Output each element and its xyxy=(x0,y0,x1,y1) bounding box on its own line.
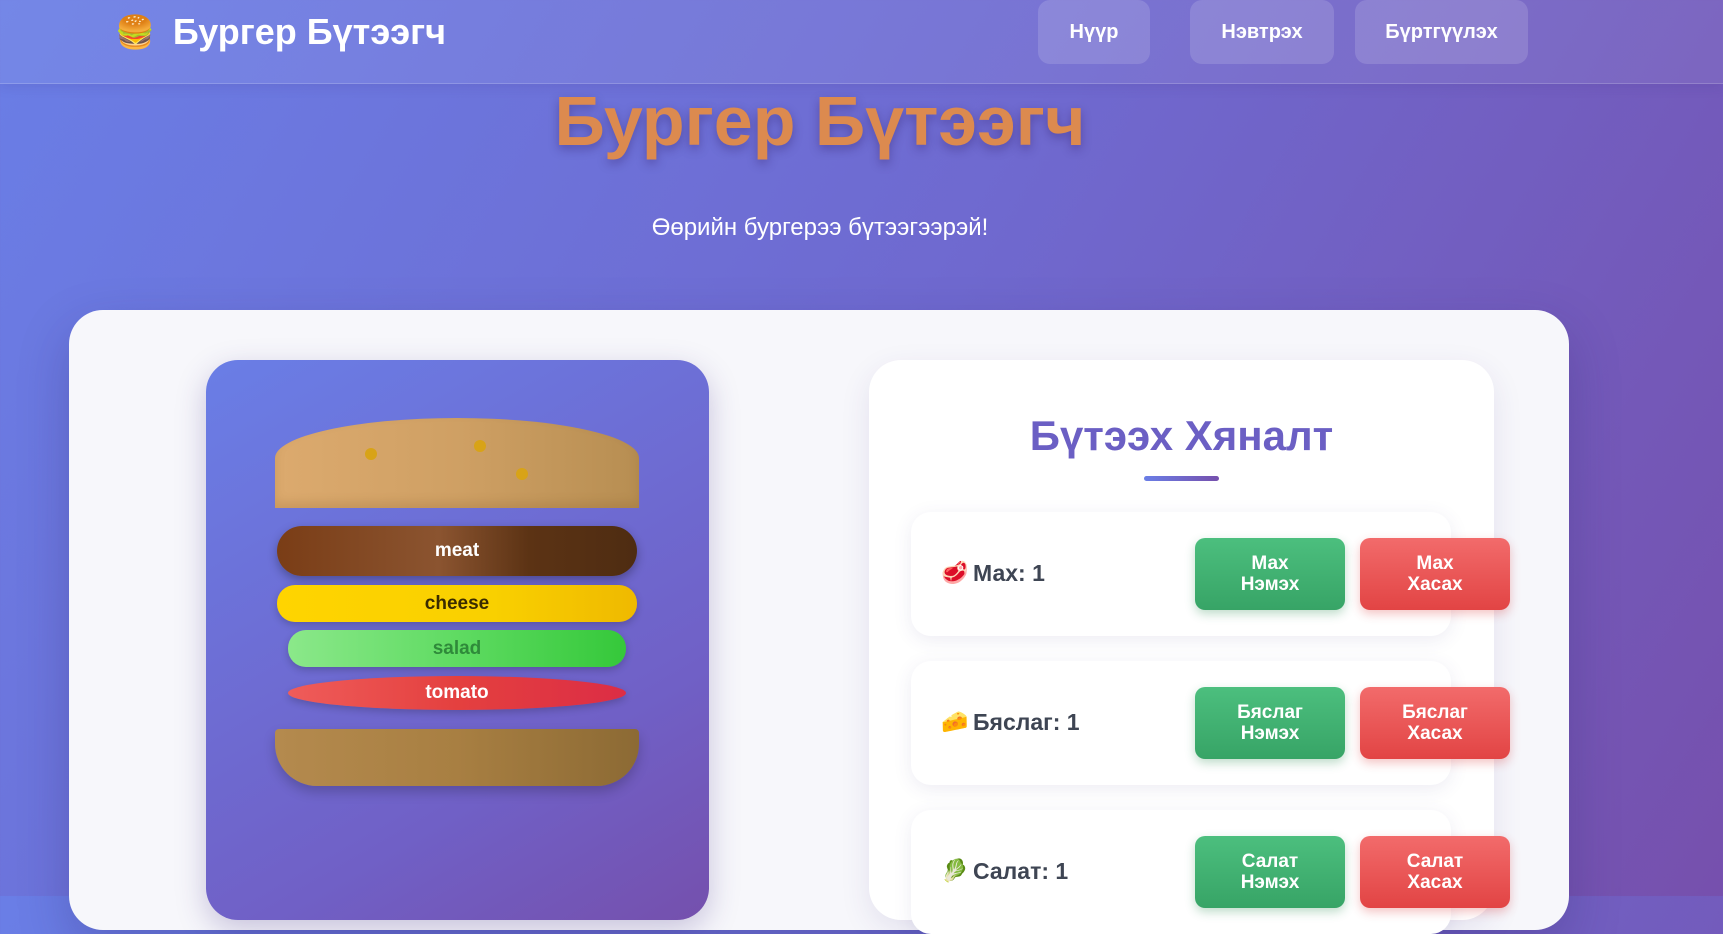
add-meat-button[interactable]: Мах Нэмэх xyxy=(1195,538,1345,610)
bun-top xyxy=(275,418,639,508)
remove-cheese-button[interactable]: Бяслаг Хасах xyxy=(1360,687,1510,759)
nav-home-button[interactable]: Нүүр xyxy=(1038,0,1150,64)
control-row-meat: 🥩 Мах: 1 Мах Нэмэх Мах Хасах xyxy=(911,512,1510,636)
nav-login-button[interactable]: Нэвтрэх xyxy=(1190,0,1334,64)
burger-preview: meat cheese salad tomato xyxy=(206,360,709,920)
nav-register-button[interactable]: Бүртгүүлэх xyxy=(1355,0,1528,64)
remove-salad-button[interactable]: Салат Хасах xyxy=(1360,836,1510,908)
layer-tomato: tomato xyxy=(288,676,626,710)
sesame-seed xyxy=(365,448,377,460)
meat-count-label: Мах: 1 xyxy=(973,560,1045,586)
layer-cheese: cheese xyxy=(277,585,637,622)
controls-panel: Бүтээх Хяналт 🥩 Мах: 1 Мах Нэмэх Мах Хас… xyxy=(869,360,1510,934)
add-salad-button[interactable]: Салат Нэмэх xyxy=(1195,836,1345,908)
remove-meat-button[interactable]: Мах Хасах xyxy=(1360,538,1510,610)
layer-salad: salad xyxy=(288,630,626,667)
title-underline xyxy=(1144,476,1219,481)
layer-meat: meat xyxy=(277,526,637,576)
page-subtitle: Өөрийн бургерээ бүтээгээрэй! xyxy=(651,214,989,241)
meat-icon: 🥩 xyxy=(941,560,969,585)
salad-icon: 🥬 xyxy=(941,858,969,883)
navbar: 🍔 Бургер Бүтээгч Нүүр Нэвтрэх Бүртгүүлэх xyxy=(0,0,1723,84)
page-title: Бургер Бүтээгч xyxy=(554,82,1086,160)
add-cheese-button[interactable]: Бяслаг Нэмэх xyxy=(1195,687,1345,759)
sesame-seed xyxy=(474,440,486,452)
cheese-icon: 🧀 xyxy=(941,709,969,734)
salad-count-label: Салат: 1 xyxy=(973,858,1069,884)
controls-title: Бүтээх Хяналт xyxy=(1029,412,1334,459)
control-row-salad: 🥬 Салат: 1 Салат Нэмэх Салат Хасах xyxy=(911,810,1510,934)
cheese-count-label: Бяслаг: 1 xyxy=(973,709,1080,735)
brand-logo[interactable]: 🍔 Бургер Бүтээгч xyxy=(115,10,446,54)
sesame-seed xyxy=(516,468,528,480)
burger-icon: 🍔 xyxy=(115,14,155,50)
bun-bottom xyxy=(275,729,639,786)
brand-title: Бургер Бүтээгч xyxy=(172,11,446,52)
control-row-cheese: 🧀 Бяслаг: 1 Бяслаг Нэмэх Бяслаг Хасах xyxy=(911,661,1510,785)
